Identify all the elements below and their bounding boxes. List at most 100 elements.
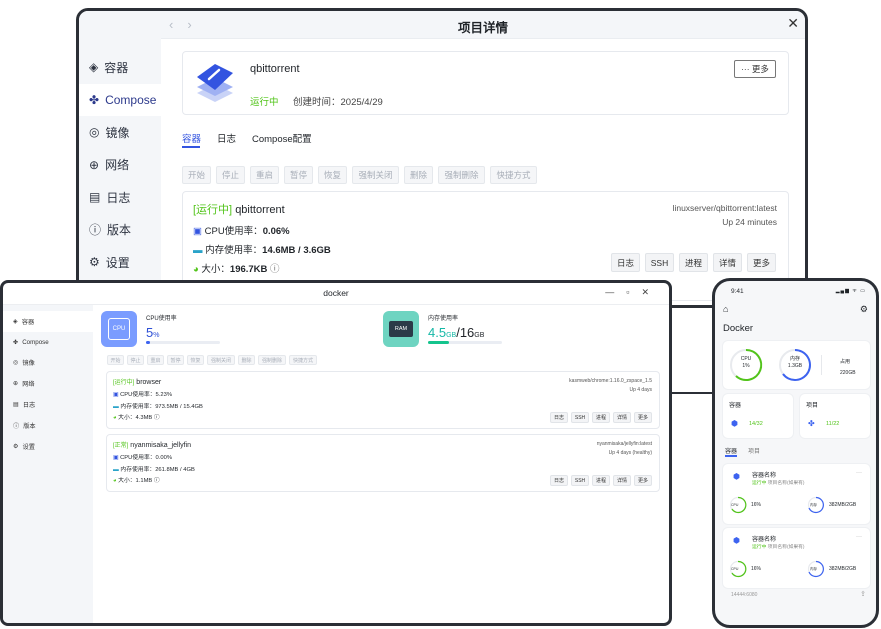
container-image: nyanmisaka/jellyfin:latest	[596, 441, 652, 447]
container-card: [正常] nyanmisaka_jellyfin nyanmisaka/jell…	[106, 434, 660, 492]
container-name[interactable]: browser	[136, 379, 161, 386]
containers-summary-card[interactable]: 容器 ⬢ 14/32	[723, 394, 793, 438]
more-button[interactable]: 更多	[634, 475, 652, 486]
details-button[interactable]: 详情	[713, 253, 742, 272]
close-icon[interactable]: ✕	[787, 15, 799, 32]
more-icon[interactable]: ···	[856, 470, 862, 476]
compose-icon: ✤	[808, 419, 815, 428]
log-button[interactable]: 日志	[550, 475, 568, 486]
stop-button[interactable]: 停止	[216, 166, 245, 184]
phone-mockup: 9:41 ▂▄▆ ᯤ ▭ ⌂ ⚙ Docker CPU 1% 内存 1.3GB 占用…	[712, 278, 879, 628]
detail-titlebar: ‹› 项目详情 ✕	[161, 11, 805, 39]
pause-button[interactable]: 暂停	[284, 166, 313, 184]
process-button[interactable]: 进程	[679, 253, 708, 272]
tab-projects[interactable]: 项目	[748, 446, 760, 455]
docker-window: docker —▫✕ ◈ 容器 ✤ Compose ◎ 镜像 ⊕ 网络 ▤ 日志 ⓘ 版本 …	[0, 280, 672, 626]
cpu-icon: ▣	[193, 226, 202, 237]
log-button[interactable]: 日志	[550, 412, 568, 423]
ssh-button[interactable]: SSH	[571, 475, 589, 486]
window-title: docker	[323, 288, 349, 298]
disk-used: 占用 220GB	[840, 359, 856, 376]
container-list-item[interactable]: ⬢ 容器名称 运行中 项目名称(如果有) ··· CPU 16% 内存 382M…	[723, 528, 870, 588]
container-stats: ▣ CPU使用率：0.00% ▬ 内存使用率：261.8MB / 4GB ◕ 大…	[113, 455, 195, 484]
project-status: 运行中	[250, 97, 279, 108]
restart-button[interactable]: 重启	[147, 355, 164, 365]
minimize-icon[interactable]: —	[605, 287, 626, 297]
divider	[821, 355, 822, 375]
sidebar-item-settings[interactable]: ⚙ 设置	[79, 246, 161, 279]
ssh-button[interactable]: SSH	[571, 412, 589, 423]
sidebar-item-logs[interactable]: ▤ 日志	[3, 394, 93, 415]
memory-value: 14.6MB / 3.6GB	[262, 245, 331, 256]
restart-button[interactable]: 重启	[250, 166, 279, 184]
sidebar-item-network[interactable]: ⊕ 网络	[3, 373, 93, 394]
more-button[interactable]: ··· 更多	[734, 60, 776, 78]
sidebar-item-version[interactable]: ⓘ 版本	[79, 214, 161, 247]
maximize-icon[interactable]: ▫	[626, 287, 641, 297]
ram-chip-icon: RAM	[383, 311, 419, 347]
start-button[interactable]: 开始	[182, 166, 211, 184]
active-tab-indicator	[182, 146, 200, 148]
ssh-button[interactable]: SSH	[645, 253, 674, 272]
share-icon[interactable]: ⇪	[860, 590, 866, 598]
delete-button[interactable]: 删除	[404, 166, 433, 184]
force-stop-button[interactable]: 强制关闭	[207, 355, 235, 365]
cpu-icon: ▣	[113, 392, 119, 398]
details-button[interactable]: 详情	[613, 475, 631, 486]
tab-containers[interactable]: 容器	[725, 446, 737, 455]
more-button[interactable]: 更多	[747, 253, 776, 272]
pause-button[interactable]: 暂停	[167, 355, 184, 365]
more-button[interactable]: 更多	[634, 412, 652, 423]
cube-icon: ⬢	[733, 472, 740, 481]
process-button[interactable]: 进程	[592, 412, 610, 423]
log-icon: ▤	[89, 190, 101, 205]
sidebar-item-logs[interactable]: ▤ 日志	[79, 181, 161, 214]
container-name[interactable]: qbittorrent	[235, 204, 285, 216]
info-icon[interactable]: ⓘ	[154, 478, 160, 484]
more-icon[interactable]: ···	[856, 534, 862, 540]
info-icon[interactable]: ⓘ	[154, 415, 160, 421]
process-button[interactable]: 进程	[592, 475, 610, 486]
container-list-item[interactable]: ⬢ 容器名称 运行中 项目名称(如果有) ··· CPU 16% 内存 382M…	[723, 464, 870, 524]
tab-compose-config[interactable]: Compose配置	[252, 131, 312, 145]
sidebar-item-containers[interactable]: ◈ 容器	[79, 51, 161, 84]
home-icon[interactable]: ⌂	[723, 304, 728, 314]
shortcut-button[interactable]: 快捷方式	[289, 355, 317, 365]
sidebar-item-containers[interactable]: ◈ 容器	[3, 311, 93, 332]
resume-button[interactable]: 恢复	[187, 355, 204, 365]
gear-icon: ⚙	[13, 442, 19, 450]
sidebar-item-settings[interactable]: ⚙ 设置	[3, 436, 93, 457]
active-tab-indicator	[725, 455, 737, 457]
info-icon[interactable]: ⓘ	[270, 264, 280, 275]
container-state: [运行中]	[193, 204, 233, 216]
container-buttons: 日志 SSH 进程 详情 更多	[550, 412, 652, 423]
sidebar-item-images[interactable]: ◎ 镜像	[3, 353, 93, 374]
container-uptime: Up 24 minutes	[722, 217, 777, 227]
resume-button[interactable]: 恢复	[318, 166, 347, 184]
tab-logs[interactable]: 日志	[217, 131, 236, 145]
connector-line	[672, 392, 712, 394]
docker-titlebar: docker —▫✕	[3, 283, 669, 305]
compose-icon: ✤	[13, 338, 19, 346]
details-button[interactable]: 详情	[613, 412, 631, 423]
container-name[interactable]: nyanmisaka_jellyfin	[130, 442, 191, 449]
tab-containers[interactable]: 容器	[182, 131, 201, 145]
force-delete-button[interactable]: 强制删除	[438, 166, 485, 184]
start-button[interactable]: 开始	[107, 355, 124, 365]
stop-button[interactable]: 停止	[127, 355, 144, 365]
sidebar-item-version[interactable]: ⓘ 版本	[3, 415, 93, 436]
sidebar-item-compose[interactable]: ✤ Compose	[3, 332, 93, 353]
network-icon: ⊕	[89, 157, 100, 172]
sidebar-item-compose[interactable]: ✤ Compose	[79, 83, 161, 116]
close-icon[interactable]: ✕	[641, 287, 661, 297]
force-stop-button[interactable]: 强制关闭	[352, 166, 399, 184]
delete-button[interactable]: 删除	[238, 355, 255, 365]
sidebar-item-network[interactable]: ⊕ 网络	[79, 149, 161, 182]
gear-icon[interactable]: ⚙	[860, 304, 868, 315]
projects-summary-card[interactable]: 项目 ✤ 11/22	[800, 394, 870, 438]
shortcut-button[interactable]: 快捷方式	[490, 166, 537, 184]
log-button[interactable]: 日志	[611, 253, 640, 272]
disk-pie-icon: ◕	[193, 264, 199, 275]
sidebar-item-images[interactable]: ◎ 镜像	[79, 116, 161, 149]
force-delete-button[interactable]: 强制删除	[258, 355, 286, 365]
